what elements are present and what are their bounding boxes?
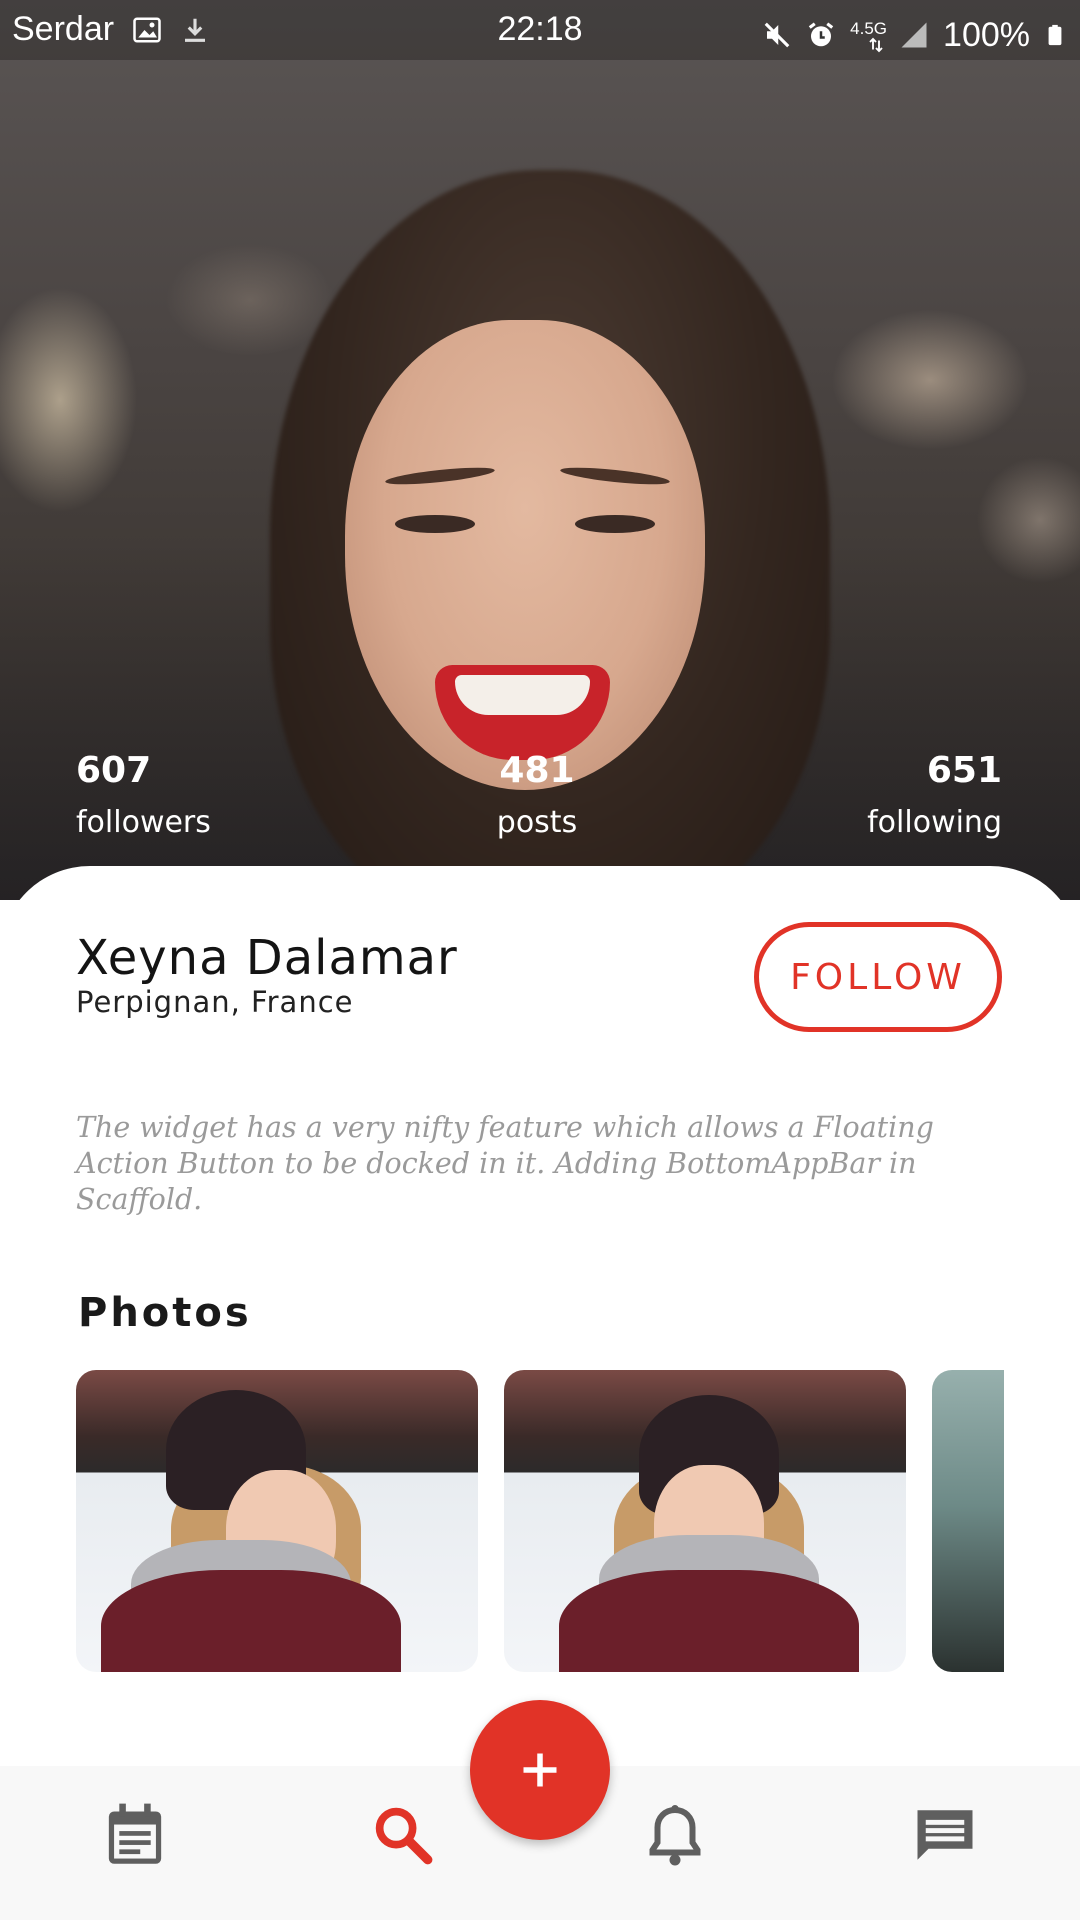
posts-label: posts [496, 805, 578, 840]
bell-icon [649, 1805, 701, 1866]
chat-icon [917, 1810, 973, 1860]
posts-stat[interactable]: 481 posts [437, 750, 637, 840]
battery-icon [1048, 24, 1062, 46]
signal-icon [901, 22, 927, 48]
cover-subject-teeth [455, 675, 590, 715]
plus-icon [523, 1753, 557, 1787]
photo-thumbnail[interactable] [76, 1370, 478, 1672]
posts-count: 481 [499, 750, 575, 791]
search-icon [375, 1807, 433, 1865]
photo-subject-coat [101, 1570, 401, 1672]
nav-notifications[interactable] [630, 1790, 720, 1880]
photos-section-title: Photos [78, 1290, 252, 1336]
profile-bio: The widget has a very nifty feature whic… [76, 1111, 934, 1216]
status-bar: Serdar 22:18 4.5G 100% [0, 0, 1080, 60]
network-type: 4.5G [850, 19, 888, 38]
profile-location: Perpignan, France [76, 985, 354, 1019]
followers-stat[interactable]: 607 followers [76, 750, 211, 840]
mute-icon [764, 22, 790, 48]
followers-label: followers [76, 805, 211, 840]
following-stat[interactable]: 651 following [867, 750, 1002, 840]
nav-messages[interactable] [900, 1790, 990, 1880]
following-count: 651 [926, 750, 1002, 791]
calendar-icon [108, 1803, 162, 1864]
cover-subject-eye-left [395, 515, 475, 533]
photo-thumbnail[interactable] [504, 1370, 906, 1672]
photo-thumbnail[interactable] [932, 1370, 1004, 1672]
photo-subject-coat [559, 1570, 859, 1672]
battery-percentage: 100% [943, 15, 1030, 54]
followers-count: 607 [76, 750, 152, 791]
photos-carousel[interactable] [76, 1370, 1004, 1672]
following-label: following [867, 805, 1002, 840]
alarm-icon [808, 22, 834, 47]
add-fab-button[interactable] [470, 1700, 610, 1840]
profile-name: Xeyna Dalamar [76, 930, 458, 986]
nav-calendar[interactable] [90, 1790, 180, 1880]
cover-subject-eye-right [575, 515, 655, 533]
nav-search[interactable] [358, 1790, 448, 1880]
follow-button[interactable]: FOLLOW [754, 922, 1002, 1032]
